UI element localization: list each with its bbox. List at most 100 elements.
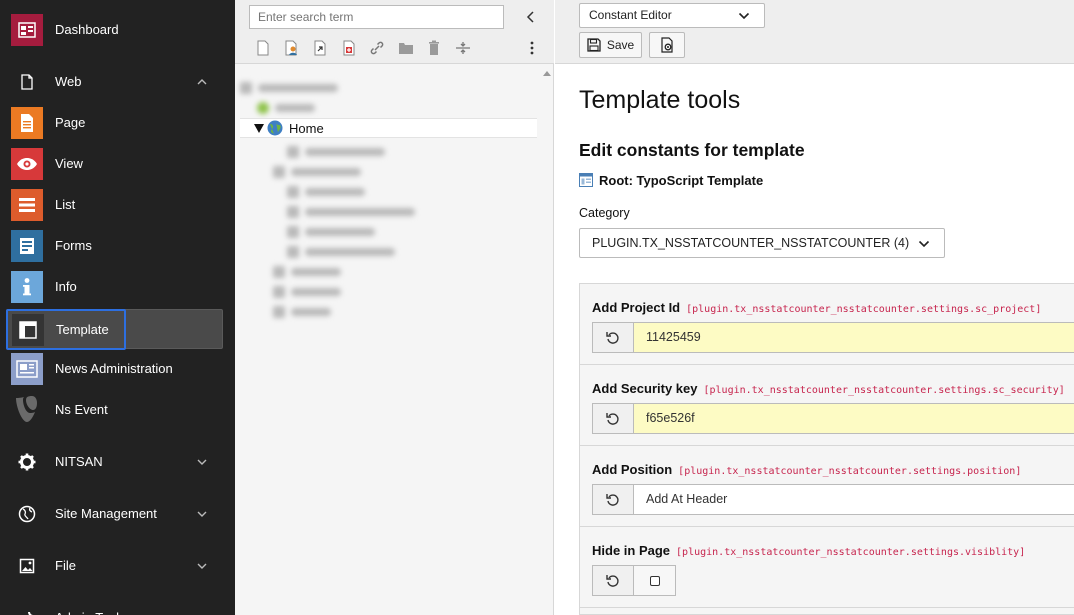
menu-separator-button[interactable]	[449, 38, 478, 58]
constant-key: [plugin.tx_nsstatcounter_nsstatcounter.s…	[676, 547, 1026, 558]
tree-node-blurred	[287, 242, 407, 262]
module-group-admin-tools[interactable]: Admin Tools	[0, 598, 235, 615]
module-page[interactable]: Page	[0, 103, 235, 143]
chevron-down-icon	[197, 511, 207, 517]
module-info[interactable]: Info	[0, 267, 235, 307]
new-folder-button[interactable]	[392, 38, 421, 58]
module-label: List	[55, 197, 76, 212]
tree-node-blurred	[287, 202, 427, 222]
new-shortcut-button[interactable]	[306, 38, 335, 58]
save-button[interactable]: Save	[579, 32, 642, 58]
module-group-nitsan[interactable]: NITSAN	[0, 442, 235, 482]
module-group-label: Web	[55, 74, 82, 89]
eye-icon	[11, 148, 43, 180]
caret-down-icon[interactable]	[254, 124, 264, 133]
new-page-restricted-button[interactable]	[278, 38, 307, 58]
tree-node-label: Home	[289, 121, 324, 136]
constant-input[interactable]: 11425459	[633, 322, 1074, 353]
constant-input[interactable]: Add At Header	[633, 484, 1074, 515]
web-page-icon	[11, 66, 43, 98]
module-content: Constant Editor Save Template tools Edit…	[555, 0, 1074, 615]
template-record: Root: TypoScript Template	[579, 171, 763, 189]
undo-icon	[606, 574, 619, 587]
page-user-icon	[285, 40, 297, 56]
template-record-icon	[579, 173, 593, 187]
tree-more-options-button[interactable]	[525, 39, 539, 57]
module-group-site-management[interactable]: Site Management	[0, 494, 235, 534]
tree-node-blurred	[273, 282, 363, 302]
section-title: Edit constants for template	[579, 140, 805, 160]
constant-row: Add Project Id [plugin.tx_nsstatcounter_n…	[580, 284, 1074, 365]
reset-default-button[interactable]	[592, 403, 634, 434]
module-news-administration[interactable]: News Administration	[0, 349, 235, 389]
constant-title: Add Security key	[592, 381, 698, 396]
module-label: Page	[55, 115, 86, 130]
tree-node-blurred	[240, 78, 380, 98]
folder-icon	[398, 43, 413, 54]
tree-node-blurred	[287, 142, 397, 162]
forms-icon	[11, 230, 43, 262]
gear-icon	[11, 446, 43, 478]
page-title: Template tools	[579, 86, 741, 114]
module-forms[interactable]: Forms	[0, 226, 235, 266]
globe-page-icon	[267, 120, 283, 136]
module-ns-event[interactable]: Ns Event	[0, 390, 235, 430]
constant-label: Add Position [plugin.tx_nsstatcounter_nss…	[592, 462, 1021, 477]
tree-node-home[interactable]: Home	[240, 118, 537, 138]
module-group-label: Admin Tools	[55, 598, 126, 615]
module-list[interactable]: List	[0, 185, 235, 225]
reset-default-button[interactable]	[592, 565, 634, 596]
constant-key: [plugin.tx_nsstatcounter_nsstatcounter.s…	[678, 466, 1022, 477]
module-label: Ns Event	[55, 402, 108, 417]
divider-icon	[455, 42, 470, 54]
constant-row: Add Security key [plugin.tx_nsstatcounter…	[580, 365, 1074, 446]
constant-title: Add Project Id	[592, 300, 681, 315]
focus-ring	[6, 309, 126, 350]
view-page-icon	[661, 37, 673, 53]
doc-header: Constant Editor Save	[555, 0, 1074, 64]
tree-node-blurred	[273, 162, 393, 182]
image-icon	[11, 550, 43, 582]
more-vertical-icon	[530, 41, 534, 55]
function-menu-select[interactable]: Constant Editor	[579, 3, 765, 28]
chevron-down-icon	[918, 240, 930, 248]
reset-default-button[interactable]	[592, 322, 634, 353]
external-page-icon	[343, 40, 355, 56]
chevron-down-icon	[197, 563, 207, 569]
recycler-button[interactable]	[420, 38, 449, 58]
scroll-up-icon[interactable]	[542, 68, 552, 78]
globe-icon	[11, 498, 43, 530]
undo-icon	[606, 331, 619, 344]
new-external-link-button[interactable]	[335, 38, 364, 58]
module-label: Dashboard	[55, 22, 119, 37]
new-link-button[interactable]	[363, 38, 392, 58]
template-record-title: Root: TypoScript Template	[599, 172, 764, 188]
module-label: News Administration	[55, 361, 173, 376]
tree-search-input[interactable]	[249, 5, 504, 29]
tools-icon	[11, 602, 43, 615]
undo-icon	[606, 493, 619, 506]
view-page-button[interactable]	[649, 32, 685, 58]
module-label: Forms	[55, 238, 92, 253]
collapse-tree-button[interactable]	[522, 8, 540, 26]
category-select-value: PLUGIN.TX_NSSTATCOUNTER_NSSTATCOUNTER (4…	[592, 236, 910, 250]
new-page-button[interactable]	[249, 38, 278, 58]
list-icon	[11, 189, 43, 221]
module-label: View	[55, 156, 83, 171]
module-group-file[interactable]: File	[0, 546, 235, 586]
save-button-label: Save	[606, 38, 635, 52]
constant-checkbox[interactable]	[633, 565, 676, 596]
chevron-up-icon	[197, 79, 207, 85]
module-view[interactable]: View	[0, 144, 235, 184]
link-icon	[370, 41, 384, 55]
reset-default-button[interactable]	[592, 484, 634, 515]
category-select[interactable]: PLUGIN.TX_NSSTATCOUNTER_NSSTATCOUNTER (4…	[579, 228, 945, 258]
chevron-down-icon	[197, 459, 207, 465]
module-dashboard[interactable]: Dashboard	[0, 10, 235, 50]
tree-node-blurred	[273, 262, 363, 282]
module-group-web[interactable]: Web	[0, 62, 235, 102]
undo-icon	[606, 412, 619, 425]
constant-label: Hide in Page [plugin.tx_nsstatcounter_nss…	[592, 543, 1025, 558]
shortcut-icon	[314, 40, 326, 56]
constant-input[interactable]: f65e526f	[633, 403, 1074, 434]
